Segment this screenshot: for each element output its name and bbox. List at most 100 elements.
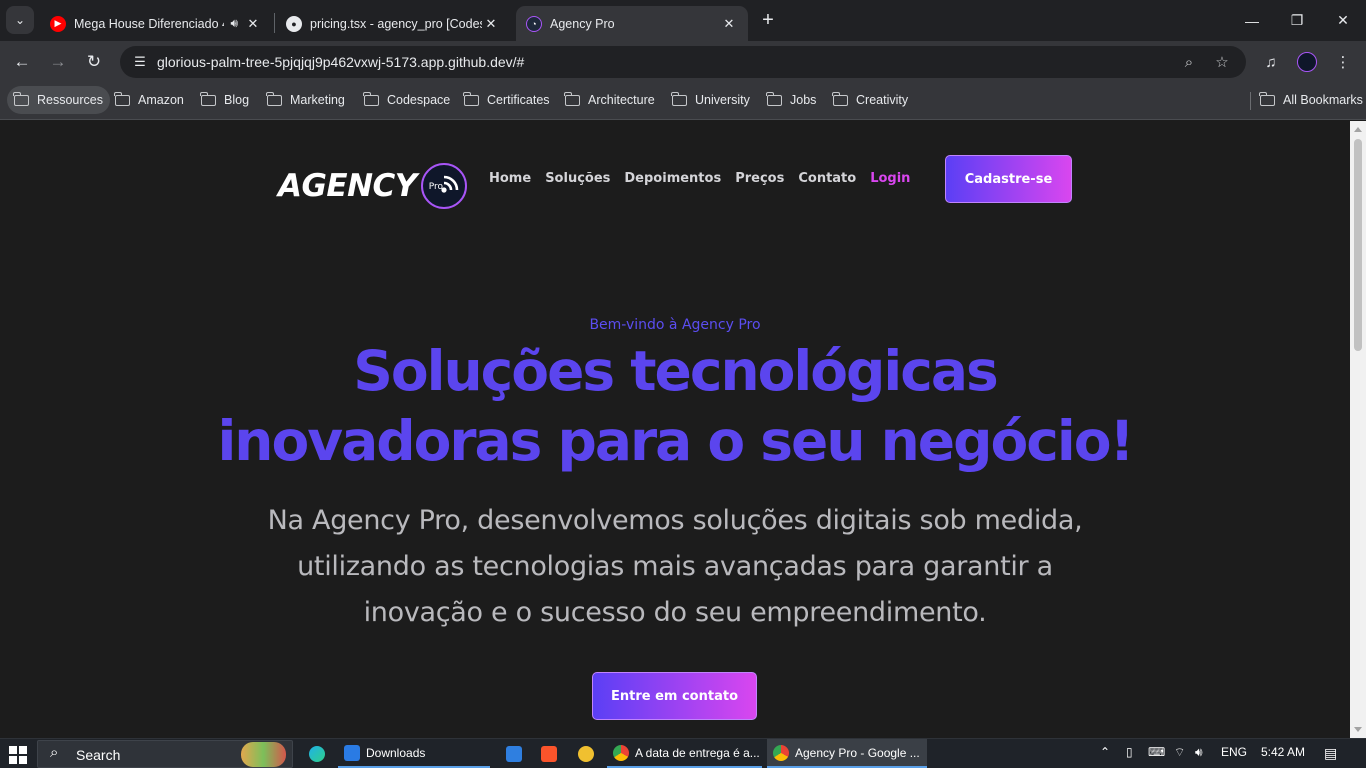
tab-strip: ⌄ ▶ Mega House Diferenciado 4 🔊︎ ✕ ● pri… [0,0,1366,41]
browser-toolbar: ← → ↻ ☰ glorious-palm-tree-5pjqjqj9p462v… [0,41,1366,83]
taskbar-app-label: A data de entrega é a... [635,745,760,760]
site-info-icon[interactable]: ☰ [128,50,152,74]
url-text[interactable]: glorious-palm-tree-5pjqjqj9p462vxwj-5173… [157,54,524,70]
bookmarks-separator [1250,92,1251,110]
notification-icon[interactable]: ▤ [1324,745,1337,762]
bookmark-folder-certificates[interactable]: Certificates [457,86,557,114]
all-bookmarks-label: All Bookmarks [1283,93,1363,107]
folder-icon [564,91,580,106]
forward-button[interactable]: → [45,49,71,75]
chrome-icon [773,744,789,761]
media-control-icon[interactable]: ♫ [1259,50,1283,74]
nav-solucoes[interactable]: Soluções [545,171,610,186]
back-button[interactable]: ← [9,49,35,75]
taskbar-mail[interactable] [500,739,534,768]
tab-search-button[interactable]: ⌄ [6,6,34,34]
contact-cta-button[interactable]: Entre em contato [592,672,757,720]
all-bookmarks-button[interactable]: All Bookmarks [1253,86,1366,114]
bookmark-folder-architecture[interactable]: Architecture [558,86,662,114]
bookmark-folder-blog[interactable]: Blog [194,86,256,114]
volume-icon[interactable]: 🔊︎ [1195,745,1203,760]
tab-separator [274,13,275,33]
folder-icon [671,91,687,106]
folder-icon [832,91,848,106]
device-icon[interactable]: ▯ [1126,745,1133,759]
tab-agency-pro[interactable]: ◔ Agency Pro ✕ [516,6,748,41]
bookmark-folder-amazon[interactable]: Amazon [108,86,191,114]
nav-depoimentos[interactable]: Depoimentos [624,171,721,186]
youtube-icon: ▶ [50,15,66,32]
close-tab-icon[interactable]: ✕ [720,15,738,33]
github-icon: ● [286,15,302,32]
bookmark-label: Codespace [387,93,451,107]
penguin-icon [578,745,594,762]
folder-icon [13,91,29,106]
bookmark-label: Marketing [290,93,345,107]
bookmark-label: Certificates [487,93,550,107]
scroll-down-arrow[interactable] [1354,727,1362,732]
bookmark-folder-ressources[interactable]: Ressources [7,86,110,114]
agency-pro-icon: ◔ [526,15,542,32]
bookmark-folder-creativity[interactable]: Creativity [826,86,915,114]
tab-mega-house[interactable]: ▶ Mega House Diferenciado 4 🔊︎ ✕ [40,6,272,41]
keyboard-icon[interactable]: ⌨ [1148,745,1165,759]
scroll-up-arrow[interactable] [1354,127,1362,132]
nav-login[interactable]: Login [870,171,910,186]
address-bar[interactable]: ☰ glorious-palm-tree-5pjqjqj9p462vxwj-51… [120,46,1246,78]
reload-button[interactable]: ↻ [81,49,107,75]
wifi-icon[interactable]: ⌔ [1174,745,1185,760]
clock[interactable]: 5:42 AM [1261,745,1305,759]
nav-precos[interactable]: Preços [735,171,784,186]
chevron-up-icon[interactable]: ⌃ [1100,745,1110,759]
taskbar-chrome-2[interactable]: Agency Pro - Google ... [767,739,927,768]
search-icon: ⌕ [50,744,59,761]
bookmark-folder-marketing[interactable]: Marketing [260,86,352,114]
restore-button[interactable]: ❐ [1274,0,1320,41]
language-indicator[interactable]: ENG [1221,745,1247,759]
taskbar-linux[interactable] [572,739,606,768]
chrome-icon [613,744,629,761]
minimize-button[interactable]: — [1229,0,1275,41]
close-tab-icon[interactable]: ✕ [482,15,500,33]
bookmark-folder-codespace[interactable]: Codespace [357,86,457,114]
page-scrollbar[interactable] [1350,121,1366,738]
download-icon [344,744,360,761]
bookmark-folder-jobs[interactable]: Jobs [760,86,823,114]
hero-headline-line: Soluções tecnológicas [353,339,998,403]
hero-eyebrow: Bem-vindo à Agency Pro [589,317,761,333]
bookmark-folder-university[interactable]: University [665,86,757,114]
close-tab-icon[interactable]: ✕ [244,15,262,33]
nav-home[interactable]: Home [489,171,531,186]
bookmark-star-icon[interactable]: ☆ [1211,51,1233,73]
bookmark-label: Jobs [790,93,817,107]
windows-start-icon[interactable] [9,746,27,764]
signup-button[interactable]: Cadastre-se [945,155,1072,203]
page-viewport: AGENCY Pro Home Soluções Depoimentos Pre… [0,121,1350,738]
taskbar-chrome-1[interactable]: A data de entrega é a... [607,739,762,768]
tab-pricing[interactable]: ● pricing.tsx - agency_pro [Codespaces] … [276,6,510,41]
agency-logo[interactable]: AGENCY Pro [278,162,467,210]
taskbar-edge[interactable] [303,739,337,768]
menu-kebab-icon[interactable]: ⋮ [1331,50,1355,74]
profile-avatar[interactable] [1295,50,1319,74]
bookmark-label: Creativity [856,93,909,107]
zoom-icon[interactable]: ⌕ [1178,51,1200,73]
logo-text: AGENCY [278,168,417,204]
scrollbar-thumb[interactable] [1354,139,1362,351]
folder-icon [200,91,216,106]
search-highlight-image [241,742,286,767]
new-tab-button[interactable]: + [756,8,780,32]
nav-contato[interactable]: Contato [798,171,856,186]
speaker-icon[interactable]: 🔊︎ [230,16,238,31]
tab-title: Agency Pro [550,16,615,31]
taskbar-app-label: Agency Pro - Google ... [795,745,920,760]
brave-icon [541,745,557,762]
bookmark-label: Amazon [138,93,184,107]
mail-icon [506,745,522,762]
taskbar-downloads[interactable]: Downloads [338,739,490,768]
taskbar-brave[interactable] [535,739,569,768]
taskbar-search-label: Search [76,747,121,763]
close-window-button[interactable]: ✕ [1320,0,1366,41]
hero-headline: Soluções tecnológicas inovadoras para o … [0,336,1350,476]
taskbar-search-box[interactable]: ⌕ Search [37,740,293,768]
